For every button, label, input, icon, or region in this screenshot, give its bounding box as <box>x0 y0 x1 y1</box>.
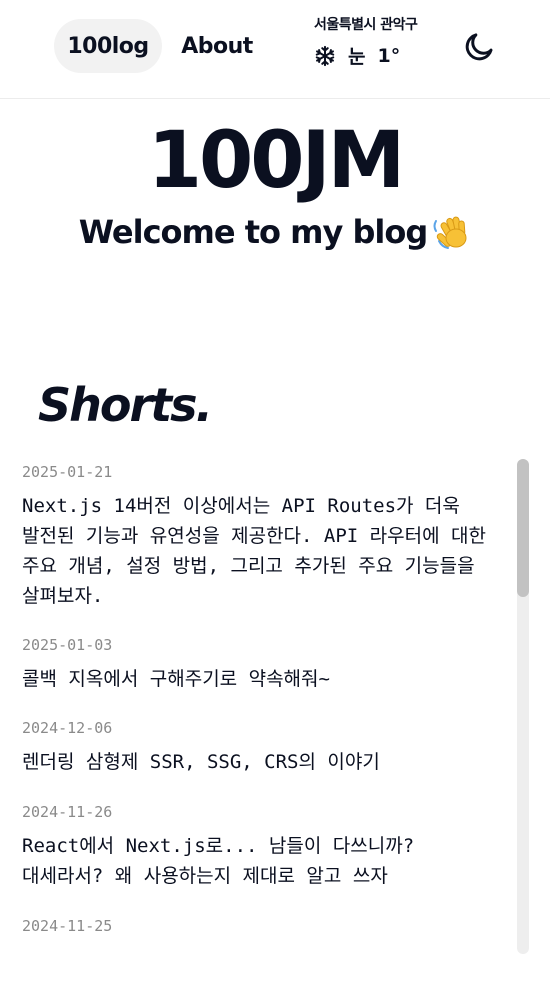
nav-home-link[interactable]: 100log <box>54 19 162 73</box>
short-item[interactable]: 2024-12-06 렌더링 삼형제 SSR, SSG, CRS의 이야기 <box>0 718 540 777</box>
short-item[interactable]: 2024-11-26 React에서 Next.js로... 남들이 다쓰니까?… <box>0 802 540 891</box>
shorts-scrollbar-thumb[interactable] <box>517 459 529 597</box>
site-header: 100log About 서울특별시 관악구 눈 1° <box>0 0 550 99</box>
shorts-list[interactable]: 2025-01-21 Next.js 14버전 이상에서는 API Routes… <box>0 452 550 954</box>
waving-hand-icon <box>433 216 467 249</box>
snowflake-icon <box>315 45 335 66</box>
short-date: 2025-01-03 <box>22 636 113 654</box>
weather-condition: 눈 <box>348 46 366 68</box>
theme-toggle-button[interactable] <box>460 28 498 66</box>
shorts-scrollbar[interactable] <box>517 459 529 954</box>
shorts-section-title: Shorts. <box>38 378 213 432</box>
short-date: 2024-11-25 <box>22 917 113 935</box>
short-date: 2024-11-26 <box>22 803 113 821</box>
short-title[interactable]: 렌더링 삼형제 SSR, SSG, CRS의 이야기 <box>22 747 500 777</box>
weather-widget: 서울특별시 관악구 눈 1° <box>314 14 444 74</box>
hero: 100JM Welcome to my blog <box>0 118 550 252</box>
welcome-message: Welcome to my blog <box>0 212 550 252</box>
weather-current: 눈 1° <box>314 42 444 69</box>
short-item[interactable]: 2025-01-21 Next.js 14버전 이상에서는 API Routes… <box>0 462 540 611</box>
site-title: 100JM <box>147 116 405 206</box>
moon-icon <box>465 33 493 61</box>
nav-about-link[interactable]: About <box>176 19 258 73</box>
short-date: 2024-12-06 <box>22 719 113 737</box>
short-title[interactable]: React에서 Next.js로... 남들이 다쓰니까? 대세라서? 왜 사용… <box>22 831 500 891</box>
short-item[interactable]: 2024-11-25 <box>0 916 540 945</box>
weather-location: 서울특별시 관악구 <box>314 17 418 33</box>
short-title[interactable]: Next.js 14버전 이상에서는 API Routes가 더욱 발전된 기능… <box>22 491 500 611</box>
short-item[interactable]: 2025-01-03 콜백 지옥에서 구해주기로 약속해줘~ <box>0 635 540 694</box>
welcome-text: Welcome to my blog <box>78 213 428 251</box>
short-title[interactable]: 콜백 지옥에서 구해주기로 약속해줘~ <box>22 664 500 694</box>
short-date: 2025-01-21 <box>22 463 113 481</box>
weather-temperature: 1° <box>377 44 401 67</box>
